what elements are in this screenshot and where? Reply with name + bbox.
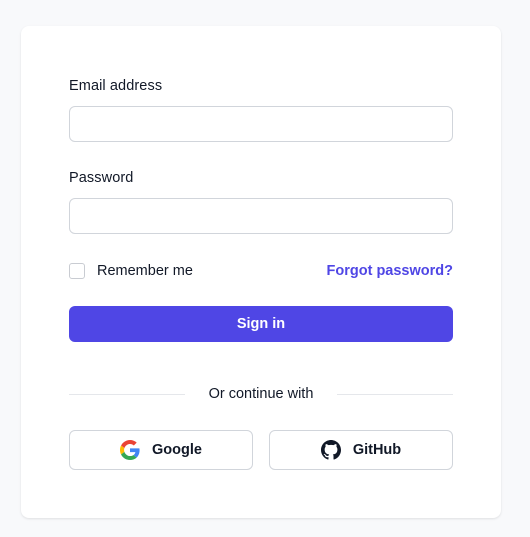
google-button-label: Google — [152, 442, 202, 458]
social-login-row: Google GitHub — [69, 430, 453, 470]
google-sign-in-button[interactable]: Google — [69, 430, 253, 470]
divider: Or continue with — [69, 384, 453, 404]
password-field[interactable] — [69, 198, 453, 234]
email-label: Email address — [69, 78, 163, 94]
email-field[interactable] — [69, 106, 453, 142]
password-label: Password — [69, 170, 134, 186]
github-button-label: GitHub — [352, 442, 402, 458]
divider-line-right — [337, 393, 453, 395]
github-icon — [320, 440, 341, 460]
github-sign-in-button[interactable]: GitHub — [269, 430, 453, 470]
login-card: Email address Password Remember me Forgo… — [21, 26, 501, 518]
sign-in-button[interactable]: Sign in — [69, 306, 453, 342]
forgot-password-link[interactable]: Forgot password? — [327, 263, 453, 279]
remember-me-checkbox[interactable] — [69, 263, 85, 279]
remember-me-label[interactable]: Remember me — [97, 263, 193, 279]
divider-line-left — [69, 393, 185, 395]
divider-text: Or continue with — [208, 386, 314, 402]
remember-me: Remember me — [69, 263, 193, 279]
google-icon — [120, 440, 140, 460]
remember-row: Remember me Forgot password? — [69, 261, 453, 281]
